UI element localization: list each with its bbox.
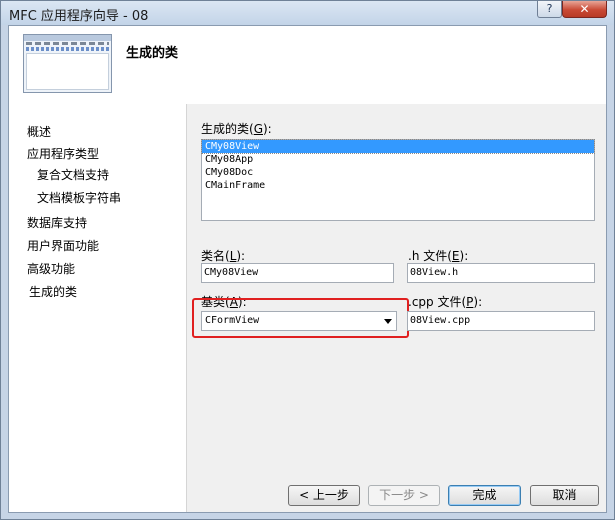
wizard-window: MFC 应用程序向导 - 08 ? ✕ 生成的类 概述 应用程序类型 复合文档支… (0, 0, 615, 520)
help-button[interactable]: ? (537, 1, 562, 18)
cancel-button[interactable]: 取消 (530, 485, 599, 506)
class-name-field[interactable]: CMy08View (201, 263, 394, 283)
wizard-nav: 概述 应用程序类型 复合文档支持 文档模板字符串 数据库支持 用户界面功能 高级… (9, 104, 186, 512)
nav-item-generated-classes[interactable]: 生成的类 (29, 283, 77, 300)
cpp-file-label: .cpp 文件(P): (408, 295, 483, 309)
close-icon: ✕ (579, 2, 590, 16)
list-item[interactable]: CMy08Doc (202, 166, 594, 179)
finish-button[interactable]: 完成 (448, 485, 521, 506)
wizard-client: 生成的类 概述 应用程序类型 复合文档支持 文档模板字符串 数据库支持 用户界面… (8, 25, 607, 513)
close-button[interactable]: ✕ (562, 1, 607, 18)
back-button[interactable]: < 上一步 (288, 485, 360, 506)
nav-item-database[interactable]: 数据库支持 (27, 214, 87, 231)
window-title: MFC 应用程序向导 - 08 (9, 9, 149, 24)
list-item[interactable]: CMy08App (202, 153, 594, 166)
page-title: 生成的类 (126, 46, 179, 61)
h-file-label: .h 文件(E): (408, 249, 469, 263)
nav-item-ui-features[interactable]: 用户界面功能 (27, 237, 99, 254)
generated-classes-list[interactable]: CMy08View CMy08App CMy08Doc CMainFrame (201, 139, 595, 221)
title-bar[interactable]: MFC 应用程序向导 - 08 ? ✕ (1, 1, 614, 25)
nav-item-advanced[interactable]: 高级功能 (27, 260, 75, 277)
nav-item-app-type[interactable]: 应用程序类型 (27, 145, 99, 162)
annotation-highlight-box (192, 298, 409, 338)
generated-classes-label: 生成的类(G): (201, 122, 272, 136)
help-icon: ? (546, 2, 553, 15)
settings-panel: 生成的类(G): CMy08View CMy08App CMy08Doc CMa… (186, 104, 606, 512)
nav-item-overview[interactable]: 概述 (27, 123, 51, 140)
app-preview-icon (23, 34, 112, 93)
next-button[interactable]: 下一步 > (368, 485, 440, 506)
cpp-file-field[interactable]: 08View.cpp (407, 311, 595, 331)
nav-item-compound-doc[interactable]: 复合文档支持 (37, 166, 109, 183)
list-item[interactable]: CMy08View (201, 139, 595, 154)
list-item[interactable]: CMainFrame (202, 179, 594, 192)
h-file-field[interactable]: 08View.h (407, 263, 595, 283)
class-name-label: 类名(L): (201, 249, 246, 263)
wizard-header: 生成的类 (9, 26, 606, 105)
nav-item-doc-template[interactable]: 文档模板字符串 (37, 189, 121, 206)
button-bar: < 上一步 下一步 > 完成 取消 (187, 479, 606, 512)
